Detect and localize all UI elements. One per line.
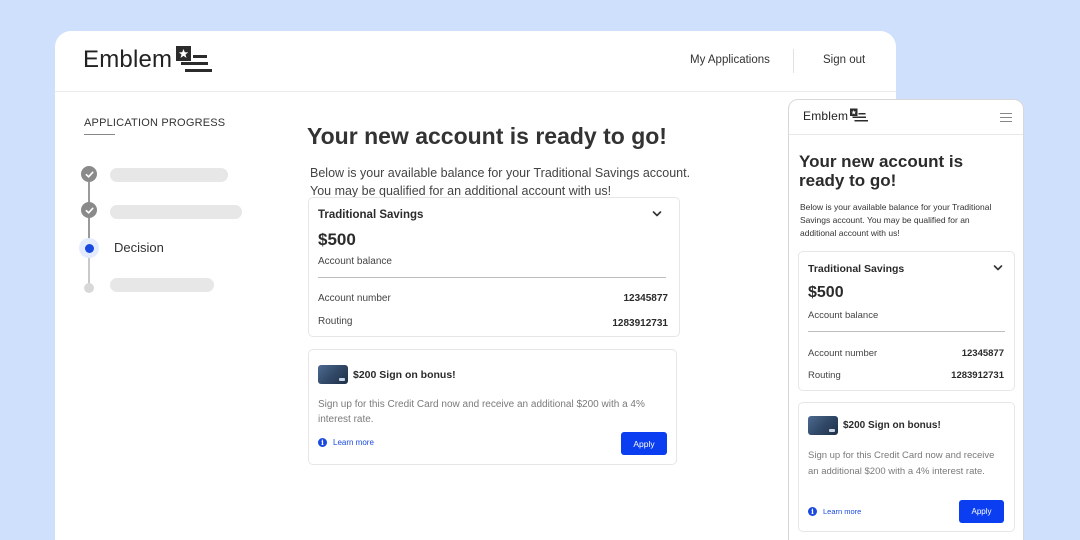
step-2-complete	[81, 202, 97, 218]
mobile-bonus-card: $200 Sign on bonus! Sign up for this Cre…	[798, 402, 1015, 532]
bonus-description: Sign up for this Credit Card now and rec…	[318, 399, 645, 425]
credit-card-icon	[808, 416, 838, 435]
mobile-apply-button[interactable]: Apply	[959, 500, 1004, 523]
mobile-learn-more-link[interactable]: i Learn more	[808, 507, 861, 516]
info-icon: i	[808, 507, 817, 516]
credit-card-icon	[318, 365, 348, 384]
step-4-pending	[84, 283, 94, 293]
mobile-bonus-title: $200 Sign on bonus!	[843, 420, 941, 431]
mobile-account-number-value: 12345877	[961, 348, 1004, 359]
mobile-account-card: Traditional Savings $500 Account balance…	[798, 251, 1015, 391]
bonus-card: $200 Sign on bonus! Sign up for this Cre…	[308, 349, 677, 465]
step-4-placeholder	[110, 278, 214, 292]
mobile-learn-more-label: Learn more	[823, 507, 862, 516]
info-icon: i	[318, 438, 327, 447]
apply-button[interactable]: Apply	[621, 432, 667, 455]
step-3-current	[79, 238, 99, 258]
account-balance-label: Account balance	[318, 256, 392, 267]
check-icon	[85, 171, 94, 178]
step-3-label: Decision	[114, 240, 164, 255]
account-card: Traditional Savings $500 Account balance…	[308, 197, 680, 337]
desktop-window: Emblem My Applications Sign out APPLICAT…	[55, 31, 896, 540]
account-balance: $500	[318, 230, 356, 249]
page-description: Below is your available balance for your…	[310, 164, 710, 200]
progress-title: APPLICATION PROGRESS	[84, 117, 226, 129]
header: Emblem My Applications Sign out	[55, 31, 896, 92]
bonus-title: $200 Sign on bonus!	[353, 369, 456, 381]
mobile-account-name: Traditional Savings	[808, 263, 905, 275]
logo-wordmark: Emblem	[83, 46, 173, 73]
mobile-account-balance-label: Account balance	[808, 310, 879, 321]
flag-icon	[850, 108, 869, 122]
mobile-page-title: Your new account is ready to go!	[799, 152, 964, 190]
mobile-account-number-label: Account number	[808, 348, 878, 359]
routing-label: Routing	[318, 316, 353, 327]
page-title: Your new account is ready to go!	[307, 123, 667, 149]
flag-icon	[176, 46, 213, 72]
page-description-line-1: Below is your available balance for your…	[310, 166, 691, 180]
mobile-window: Emblem Your new account is ready to go! …	[788, 99, 1024, 540]
step-1-complete	[81, 166, 97, 182]
learn-more-label: Learn more	[333, 438, 374, 447]
mobile-account-balance: $500	[808, 284, 844, 301]
nav-divider	[793, 49, 794, 73]
mobile-logo-wordmark: Emblem	[803, 108, 849, 123]
mobile-header: Emblem	[789, 100, 1023, 135]
chevron-down-icon[interactable]	[993, 264, 1003, 272]
mobile-routing-label: Routing	[808, 370, 841, 381]
routing-value: 1283912731	[612, 318, 668, 329]
account-number-label: Account number	[318, 293, 391, 304]
account-name: Traditional Savings	[318, 209, 424, 221]
logo[interactable]: Emblem	[83, 45, 213, 75]
check-icon	[85, 207, 94, 214]
mobile-page-description: Below is your available balance for your…	[800, 202, 992, 238]
step-2-placeholder	[110, 205, 242, 219]
hamburger-menu-icon[interactable]	[1000, 113, 1012, 122]
mobile-bonus-description: Sign up for this Credit Card now and rec…	[808, 450, 995, 477]
stage: Emblem My Applications Sign out APPLICAT…	[0, 0, 1080, 540]
progress-title-underline	[84, 134, 115, 135]
mobile-account-divider	[808, 331, 1005, 332]
step-1-placeholder	[110, 168, 228, 182]
nav-sign-out[interactable]: Sign out	[823, 54, 865, 66]
mobile-logo[interactable]: Emblem	[803, 108, 869, 123]
learn-more-link[interactable]: i Learn more	[318, 438, 374, 447]
account-divider	[318, 277, 666, 278]
mobile-routing-value: 1283912731	[951, 370, 1004, 381]
chevron-down-icon[interactable]	[652, 210, 662, 218]
account-number-value: 12345877	[623, 293, 669, 304]
nav-my-applications[interactable]: My Applications	[690, 54, 770, 66]
